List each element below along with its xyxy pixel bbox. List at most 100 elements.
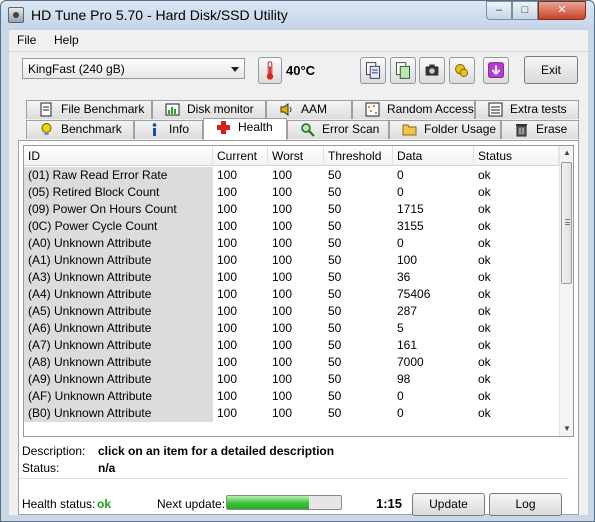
table-cell: (A9) Unknown Attribute [24, 371, 213, 388]
tab-random-access[interactable]: Random Access [352, 100, 475, 119]
table-row[interactable]: (09) Power On Hours Count 100 100 50 1715 ok [24, 201, 554, 218]
table-cell: 100 [397, 253, 418, 267]
table-cell: 100 [217, 406, 238, 420]
table-row[interactable]: (A8) Unknown Attribute 100 100 50 7000 ok [24, 354, 554, 371]
log-button[interactable]: Log [489, 493, 562, 516]
drive-select[interactable]: KingFast (240 gB) [22, 58, 245, 79]
screenshot-button[interactable] [419, 57, 445, 84]
table-cell: 100 [272, 338, 293, 352]
table-cell: 50 [328, 270, 342, 284]
table-row[interactable]: (A3) Unknown Attribute 100 100 50 36 ok [24, 269, 554, 286]
column-header-id[interactable]: ID [24, 146, 213, 166]
tab-extra-tests[interactable]: Extra tests [475, 100, 579, 119]
table-cell: 100 [272, 202, 293, 216]
table-cell: 50 [328, 406, 342, 420]
table-cell: 7000 [397, 355, 424, 369]
scroll-down-arrow-icon[interactable]: ▼ [560, 422, 573, 436]
table-cell: 100 [217, 168, 238, 182]
menu-help[interactable]: Help [54, 33, 79, 47]
tab-info[interactable]: Info [134, 120, 203, 139]
table-cell: (05) Retired Block Count [24, 184, 213, 201]
table-cell: 100 [272, 270, 293, 284]
table-cell: 5 [397, 321, 404, 335]
table-cell: 100 [217, 270, 238, 284]
table-cell: ok [478, 202, 491, 216]
table-row[interactable]: (A1) Unknown Attribute 100 100 50 100 ok [24, 252, 554, 269]
smart-attributes-table[interactable]: ID Current Worst Threshold Data Status (… [23, 145, 574, 437]
table-row[interactable]: (A5) Unknown Attribute 100 100 50 287 ok [24, 303, 554, 320]
table-cell: 100 [217, 219, 238, 233]
table-cell: 100 [272, 287, 293, 301]
table-cell: 100 [217, 185, 238, 199]
copy-text-button[interactable] [360, 57, 386, 84]
table-row[interactable]: (0C) Power Cycle Count 100 100 50 3155 ok [24, 218, 554, 235]
scroll-up-arrow-icon[interactable]: ▲ [560, 146, 573, 160]
tab-file-benchmark[interactable]: File Benchmark [26, 100, 152, 119]
table-row[interactable]: (A9) Unknown Attribute 100 100 50 98 ok [24, 371, 554, 388]
tab-folder-usage[interactable]: Folder Usage [389, 120, 501, 139]
table-cell: (A0) Unknown Attribute [24, 235, 213, 252]
copy-screenshot-button[interactable] [390, 57, 416, 84]
app-window: HD Tune Pro 5.70 - Hard Disk/SSD Utility… [0, 0, 595, 522]
table-cell: 161 [397, 338, 418, 352]
table-cell: 50 [328, 236, 342, 250]
table-row[interactable]: (A4) Unknown Attribute 100 100 50 75406 ok [24, 286, 554, 303]
table-cell: 0 [397, 406, 404, 420]
close-button[interactable]: ✕ [538, 1, 586, 20]
update-button[interactable]: Update [412, 493, 485, 516]
maximize-button[interactable]: □ [512, 1, 538, 20]
table-row[interactable]: (B0) Unknown Attribute 100 100 50 0 ok [24, 405, 554, 422]
table-header: ID Current Worst Threshold Data Status [24, 146, 559, 166]
tab-label: Health [238, 120, 273, 134]
table-cell: ok [478, 389, 491, 403]
table-cell: (A6) Unknown Attribute [24, 320, 213, 337]
column-header-current[interactable]: Current [213, 146, 268, 166]
column-header-status[interactable]: Status [474, 146, 559, 166]
folder-icon [402, 124, 417, 136]
exit-button[interactable]: Exit [524, 56, 578, 84]
table-cell: ok [478, 253, 491, 267]
table-row[interactable]: (05) Retired Block Count 100 100 50 0 ok [24, 184, 554, 201]
vertical-scrollbar[interactable]: ▲ ▼ [559, 146, 573, 436]
next-update-time: 1:15 [376, 496, 403, 511]
table-row[interactable]: (A7) Unknown Attribute 100 100 50 161 ok [24, 337, 554, 354]
scroll-thumb[interactable] [561, 162, 572, 284]
tab-label: File Benchmark [61, 102, 145, 116]
table-cell: 1715 [397, 202, 424, 216]
table-row[interactable]: (AF) Unknown Attribute 100 100 50 0 ok [24, 388, 554, 405]
tab-aam[interactable]: AAM [266, 100, 352, 119]
options-button[interactable] [449, 57, 475, 84]
table-cell: 100 [272, 406, 293, 420]
table-row[interactable]: (A6) Unknown Attribute 100 100 50 5 ok [24, 320, 554, 337]
tab-label: Extra tests [510, 102, 567, 116]
chevron-down-icon [231, 67, 239, 72]
minimize-button[interactable]: – [486, 1, 512, 20]
column-header-data[interactable]: Data [393, 146, 474, 166]
table-cell: 100 [217, 338, 238, 352]
table-cell: 50 [328, 202, 342, 216]
options-icon [455, 64, 468, 77]
save-button[interactable] [483, 57, 509, 84]
tab-label: Info [169, 122, 190, 136]
title-bar[interactable]: HD Tune Pro 5.70 - Hard Disk/SSD Utility… [1, 1, 594, 30]
table-row[interactable]: (A0) Unknown Attribute 100 100 50 0 ok [24, 235, 554, 252]
table-cell: 100 [217, 236, 238, 250]
tab-label: Disk monitor [187, 102, 254, 116]
tab-benchmark[interactable]: Benchmark [26, 120, 134, 139]
table-cell: 50 [328, 168, 342, 182]
tab-row-front: Benchmark Info Health Error Scan Folder … [9, 118, 588, 140]
tab-health[interactable]: Health [203, 118, 287, 140]
tab-row-back: File Benchmark Disk monitor AAM Random A… [9, 100, 588, 119]
column-header-threshold[interactable]: Threshold [324, 146, 393, 166]
table-cell: ok [478, 372, 491, 386]
tab-error-scan[interactable]: Error Scan [287, 120, 389, 139]
tab-erase[interactable]: Erase [501, 120, 579, 139]
column-header-worst[interactable]: Worst [268, 146, 324, 166]
table-cell: (A4) Unknown Attribute [24, 286, 213, 303]
thermometer-icon [258, 57, 282, 84]
tab-disk-monitor[interactable]: Disk monitor [152, 100, 266, 119]
next-update-label: Next update: [157, 497, 226, 511]
menu-file[interactable]: File [17, 33, 36, 47]
table-cell: 50 [328, 355, 342, 369]
table-row[interactable]: (01) Raw Read Error Rate 100 100 50 0 ok [24, 167, 554, 184]
